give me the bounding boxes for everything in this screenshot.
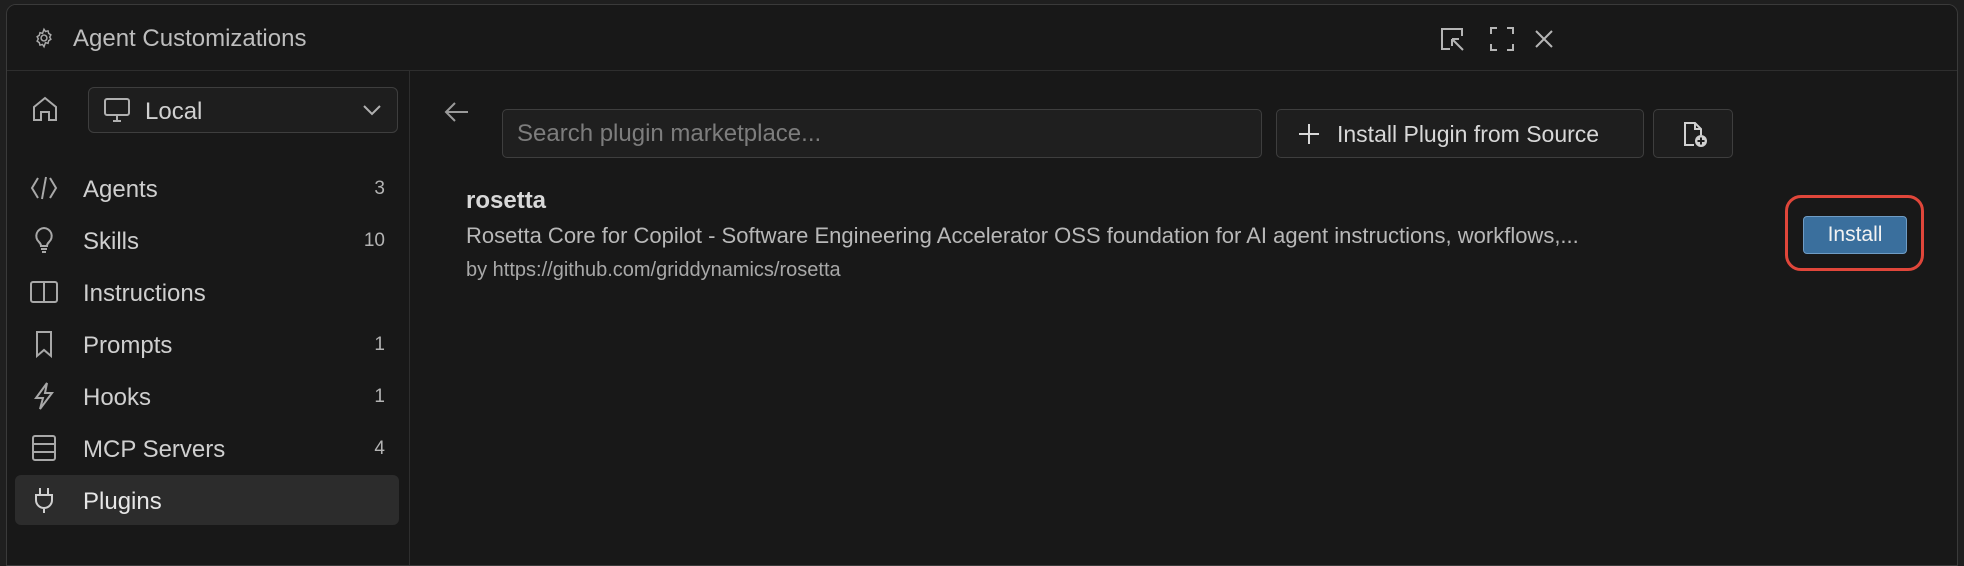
close-icon[interactable] xyxy=(1529,24,1559,54)
server-icon xyxy=(32,435,56,461)
plug-icon xyxy=(35,488,53,513)
window-title: Agent Customizations xyxy=(73,25,307,52)
sidebar-item-mcp-servers[interactable]: MCP Servers 4 xyxy=(15,423,399,473)
install-plugin-from-source-button[interactable]: Install Plugin from Source xyxy=(1276,109,1644,158)
sidebar: Local Agents 3 Skills 10 Instructions Pr… xyxy=(7,71,410,565)
agent-customizations-window: Agent Customizations Local Agents 3 Skil… xyxy=(6,4,1958,566)
install-plugin-from-source-label: Install Plugin from Source xyxy=(1337,121,1600,147)
plugin-marketplace-panel: Install Plugin from Source rosetta Roset… xyxy=(410,71,1957,565)
sidebar-item-count: 10 xyxy=(363,230,385,251)
plugin-author: by https://github.com/griddynamics/roset… xyxy=(466,259,841,281)
plus-icon xyxy=(1299,124,1319,144)
chevron-down-icon xyxy=(363,105,381,116)
plugin-description: Rosetta Core for Copilot - Software Engi… xyxy=(466,223,1579,248)
sidebar-item-count: 3 xyxy=(374,178,385,199)
gear-icon xyxy=(36,27,52,49)
sidebar-item-plugins[interactable]: Plugins xyxy=(15,475,399,525)
sidebar-item-skills[interactable]: Skills 10 xyxy=(15,215,399,265)
home-icon[interactable] xyxy=(29,93,61,125)
sidebar-item-agents[interactable]: Agents 3 xyxy=(15,163,399,213)
sidebar-item-label: Plugins xyxy=(83,488,162,515)
back-arrow-icon[interactable] xyxy=(440,95,474,129)
scope-label: Local xyxy=(145,98,203,125)
monitor-icon xyxy=(104,98,130,122)
sidebar-item-label: Agents xyxy=(83,176,158,203)
sidebar-item-label: Instructions xyxy=(83,280,206,307)
scope-dropdown[interactable]: Local xyxy=(88,87,398,133)
book-icon xyxy=(30,281,58,303)
sidebar-item-label: Hooks xyxy=(83,384,152,411)
install-button[interactable]: Install xyxy=(1803,216,1907,254)
file-add-icon xyxy=(1684,122,1707,147)
pop-out-icon[interactable] xyxy=(1437,24,1467,54)
maximize-icon[interactable] xyxy=(1487,24,1517,54)
sidebar-item-label: Prompts xyxy=(83,332,173,359)
title-bar: Agent Customizations xyxy=(7,5,1957,71)
bookmark-icon xyxy=(36,331,52,359)
sidebar-item-label: Skills xyxy=(83,228,140,255)
lightbulb-icon xyxy=(35,226,53,253)
agent-icon xyxy=(30,176,58,200)
sidebar-item-label: MCP Servers xyxy=(83,436,226,463)
sidebar-item-count: 1 xyxy=(374,334,385,355)
search-input[interactable] xyxy=(502,109,1262,158)
sidebar-item-instructions[interactable]: Instructions xyxy=(15,267,399,317)
sidebar-item-count: 4 xyxy=(374,438,385,459)
sidebar-item-count: 1 xyxy=(374,386,385,407)
sidebar-item-prompts[interactable]: Prompts 1 xyxy=(15,319,399,369)
add-plugin-file-button[interactable] xyxy=(1653,109,1733,158)
plugin-name: rosetta xyxy=(466,187,547,214)
lightning-icon xyxy=(34,382,54,410)
sidebar-item-hooks[interactable]: Hooks 1 xyxy=(15,371,399,421)
